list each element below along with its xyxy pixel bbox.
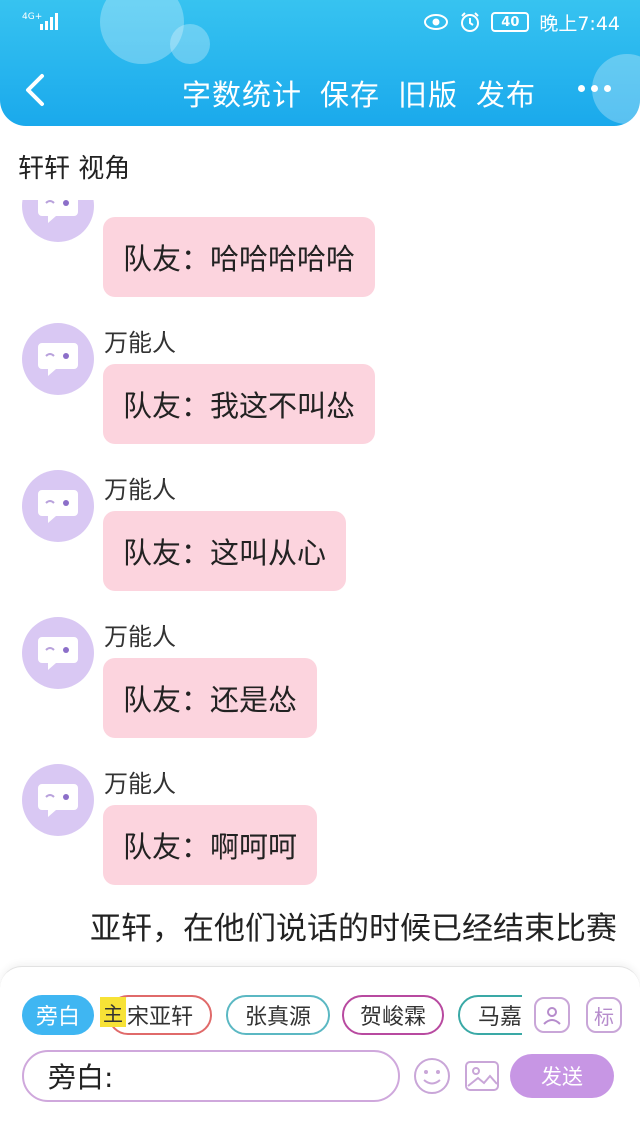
sender-name: 万能人 (104, 476, 176, 504)
role-label: 贺峻霖 (359, 1005, 426, 1030)
role-label: 马嘉 (478, 1005, 522, 1030)
role-selector: 旁白 宋亚轩 张真源 贺峻霖 马嘉 (22, 995, 522, 1039)
avatar[interactable] (22, 764, 94, 836)
back-arrow-icon[interactable] (18, 70, 54, 110)
chat-bubble-icon (38, 637, 78, 670)
avatar[interactable] (22, 200, 94, 242)
avatar[interactable] (22, 470, 94, 542)
publish-button[interactable]: 发布 (476, 72, 536, 114)
input-value: 旁白: (48, 1061, 114, 1094)
eye-icon (424, 14, 449, 30)
top-header: 4G+ 40 晚上7:44 字数统计 保存 旧版 发布 (0, 0, 640, 126)
avatar[interactable] (22, 617, 94, 689)
avatar[interactable] (22, 323, 94, 395)
message-bubble: 队友：哈哈哈哈哈 (103, 217, 376, 297)
message-bubble: 队友：这叫从心 (103, 511, 347, 591)
role-narrator[interactable]: 旁白 (22, 995, 94, 1035)
image-icon[interactable] (462, 1056, 502, 1096)
message-text: 队友：还是怂 (123, 683, 298, 717)
clock: 晚上7:44 (539, 12, 620, 35)
message-text: 队友：这叫从心 (123, 536, 327, 570)
message-text: 队友：哈哈哈哈哈 (123, 242, 356, 276)
narration-text: 亚轩，在他们说话的时候已经结束比赛 (90, 911, 617, 947)
sender-name: 万能人 (104, 329, 176, 357)
message-input[interactable]: 旁白: (22, 1050, 400, 1102)
word-count-button[interactable]: 字数统计 (182, 72, 302, 114)
perspective-title: 轩轩 视角 (18, 154, 131, 184)
message-bubble: 队友：还是怂 (103, 658, 318, 738)
message-bubble: 队友：我这不叫怂 (103, 364, 376, 444)
emoji-icon[interactable] (412, 1056, 452, 1096)
role-ma-jia[interactable]: 马嘉 (458, 995, 522, 1035)
send-label: 发送 (541, 1065, 583, 1089)
chat-bubble-icon (38, 490, 78, 523)
status-right: 40 晚上7:44 (423, 8, 620, 36)
role-label: 宋亚轩 (126, 1005, 193, 1030)
signal-icon: 4G+ (22, 12, 58, 30)
svg-text:4G+: 4G+ (22, 12, 42, 22)
role-label: 旁白 (35, 1005, 80, 1030)
sender-name: 万能人 (104, 770, 176, 798)
battery-icon: 40 (491, 12, 530, 32)
battery-level: 40 (501, 14, 520, 30)
more-icon[interactable] (578, 78, 618, 98)
chat-bubble-icon (38, 784, 78, 817)
main-role-badge: 主 (100, 997, 126, 1027)
nav-actions: 字数统计 保存 旧版 发布 (182, 72, 536, 114)
role-label: 张真源 (244, 1005, 311, 1030)
send-button[interactable]: 发送 (510, 1054, 614, 1098)
sender-name: 万能人 (104, 623, 176, 651)
person-glyph-icon (543, 1007, 561, 1025)
nav-bar: 字数统计 保存 旧版 发布 (0, 60, 640, 120)
chat-bubble-icon (38, 200, 78, 223)
message-text: 队友：啊呵呵 (123, 830, 298, 864)
message-text: 队友：我这不叫怂 (123, 389, 356, 423)
chat-bubble-icon (38, 343, 78, 376)
role-he-junlin[interactable]: 贺峻霖 (342, 995, 444, 1035)
old-version-button[interactable]: 旧版 (398, 72, 458, 114)
tag-icon[interactable]: 标 (586, 997, 622, 1033)
tag-label: 标 (594, 1004, 614, 1029)
status-bar: 4G+ 40 晚上7:44 (0, 0, 640, 44)
save-button[interactable]: 保存 (320, 72, 380, 114)
alarm-icon (461, 12, 480, 32)
message-bubble: 队友：啊呵呵 (103, 805, 318, 885)
role-zhang-zhenyuan[interactable]: 张真源 (226, 995, 330, 1035)
person-icon[interactable] (534, 997, 570, 1033)
chat-area[interactable]: 队友：哈哈哈哈哈 万能人 队友：我这不叫怂 万能人 队友：这叫从心 万能人 队友… (0, 200, 640, 970)
